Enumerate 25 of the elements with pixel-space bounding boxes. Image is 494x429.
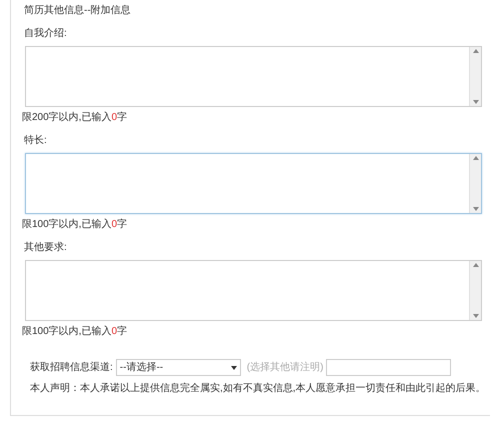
scroll-down-icon[interactable] bbox=[472, 207, 478, 211]
text-area[interactable] bbox=[25, 260, 482, 321]
declaration-text: 本人声明：本人承诺以上提供信息完全属实,如有不真实信息,本人愿意承担一切责任和由此引起的后果。 bbox=[30, 382, 482, 396]
scroll-up-icon[interactable] bbox=[472, 263, 478, 267]
character-counter: 限100字以内,已输入0字 bbox=[22, 218, 128, 232]
section-title: 简历其他信息--附加信息 bbox=[24, 4, 132, 18]
field-label: 其他要求: bbox=[24, 241, 68, 255]
scrollbar[interactable] bbox=[469, 261, 481, 320]
scrollbar[interactable] bbox=[469, 47, 481, 106]
text-area[interactable] bbox=[25, 46, 482, 107]
scrollbar[interactable] bbox=[469, 154, 481, 213]
scroll-up-icon[interactable] bbox=[472, 156, 478, 160]
field-label: 特长: bbox=[24, 134, 48, 148]
scroll-down-icon[interactable] bbox=[472, 100, 478, 104]
character-counter: 限200字以内,已输入0字 bbox=[22, 111, 128, 125]
character-counter: 限100字以内,已输入0字 bbox=[22, 325, 128, 339]
field-label: 自我介绍: bbox=[24, 27, 68, 41]
scroll-down-icon[interactable] bbox=[472, 314, 478, 318]
channel-label: 获取招聘信息渠道: bbox=[30, 360, 113, 374]
text-area[interactable] bbox=[25, 153, 482, 214]
other-channel-field[interactable] bbox=[326, 359, 452, 376]
channel-hint: (选择其他请注明) bbox=[246, 360, 324, 374]
dropdown-caret-icon bbox=[230, 366, 237, 370]
channel-select[interactable]: --请选择-- bbox=[116, 359, 241, 376]
scroll-up-icon[interactable] bbox=[472, 49, 478, 53]
